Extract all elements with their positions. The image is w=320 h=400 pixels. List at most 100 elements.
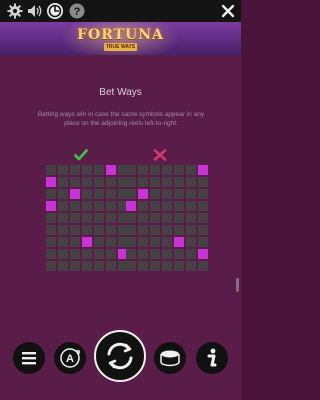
highlighted-cell — [126, 201, 136, 211]
grid-cell — [126, 237, 136, 247]
grid-cell — [150, 237, 160, 247]
grid-cell — [82, 201, 92, 211]
grid-cell — [70, 165, 80, 175]
highlighted-cell — [82, 237, 92, 247]
highlighted-cell — [138, 189, 148, 199]
coin-icon — [160, 350, 180, 367]
grid-cell — [106, 201, 116, 211]
grid-cell — [138, 177, 148, 187]
grid-cell — [58, 213, 68, 223]
grid-cell — [150, 165, 160, 175]
highlighted-cell — [46, 177, 56, 187]
grid-cell — [58, 249, 68, 259]
game-title: FORTUNA — [77, 27, 164, 43]
grid-cell — [70, 249, 80, 259]
grid-cell — [186, 249, 196, 259]
grid-cell — [162, 261, 172, 271]
grid-cell — [70, 177, 80, 187]
grid-cell — [186, 189, 196, 199]
grid-cell — [162, 225, 172, 235]
grid-cell — [198, 237, 208, 247]
grid-cell — [186, 177, 196, 187]
grid-cell — [94, 213, 104, 223]
rule-description: Betting ways win in case the same symbol… — [37, 111, 205, 127]
grid-cell — [106, 189, 116, 199]
grid-cell — [150, 225, 160, 235]
grid-cell — [58, 225, 68, 235]
settings-icon[interactable] — [6, 2, 24, 20]
grid-cell — [150, 213, 160, 223]
grid-cell — [94, 177, 104, 187]
info-icon — [207, 348, 217, 367]
grid-cell — [162, 189, 172, 199]
grid-cell — [150, 249, 160, 259]
help-icon[interactable]: ? — [68, 2, 86, 20]
bet-ways-icon[interactable] — [46, 2, 64, 20]
grid-cell — [46, 165, 56, 175]
grid-cell — [106, 261, 116, 271]
grid-cell — [138, 249, 148, 259]
grid-cell — [46, 237, 56, 247]
grid-cell — [70, 261, 80, 271]
grid-cell — [126, 189, 136, 199]
grid-cell — [58, 189, 68, 199]
grid-cell — [94, 189, 104, 199]
grid-cell — [186, 225, 196, 235]
grid-cell — [82, 225, 92, 235]
grid-cell — [198, 225, 208, 235]
grid-cell — [174, 225, 184, 235]
grid-cell — [70, 213, 80, 223]
grid-cell — [162, 249, 172, 259]
grid-cell — [162, 213, 172, 223]
svg-text:?: ? — [74, 6, 81, 18]
grid-cell — [58, 177, 68, 187]
close-icon[interactable] — [219, 2, 237, 20]
grid-cell — [106, 177, 116, 187]
grid-cell — [46, 249, 56, 259]
bet-button[interactable] — [154, 342, 186, 374]
highlighted-cell — [174, 237, 184, 247]
grid-cell — [150, 201, 160, 211]
grid-cell — [126, 177, 136, 187]
autoplay-button[interactable]: A — [54, 342, 86, 374]
grid-cell — [186, 165, 196, 175]
grid-cell — [138, 237, 148, 247]
page-title: Bet Ways — [99, 87, 142, 98]
info-button[interactable] — [196, 342, 228, 374]
highlighted-cell — [46, 201, 56, 211]
grid-cell — [94, 225, 104, 235]
menu-button[interactable] — [13, 342, 45, 374]
grid-cell — [94, 201, 104, 211]
grid-cell — [70, 237, 80, 247]
grid-cell — [162, 237, 172, 247]
grid-cell — [58, 261, 68, 271]
top-toolbar: ? — [0, 0, 241, 22]
grid-cell — [94, 237, 104, 247]
scrollbar[interactable] — [236, 278, 239, 292]
grid-cell — [106, 213, 116, 223]
grid-cell — [174, 189, 184, 199]
grid-cell — [58, 165, 68, 175]
grid-cell — [126, 225, 136, 235]
grid-cell — [58, 201, 68, 211]
grid-cell — [186, 213, 196, 223]
grid-cell — [70, 225, 80, 235]
grid-cell — [138, 201, 148, 211]
grid-cell — [70, 201, 80, 211]
grid-cell — [46, 225, 56, 235]
invalid-ways-example — [126, 165, 208, 271]
cross-icon — [153, 148, 167, 161]
grid-cell — [138, 261, 148, 271]
grid-cell — [198, 261, 208, 271]
highlighted-cell — [106, 165, 116, 175]
sound-icon[interactable] — [26, 2, 44, 20]
grid-cell — [58, 237, 68, 247]
highlighted-cell — [198, 249, 208, 259]
grid-cell — [126, 213, 136, 223]
spin-icon — [107, 342, 133, 370]
grid-cell — [82, 249, 92, 259]
grid-cell — [82, 261, 92, 271]
grid-cell — [174, 165, 184, 175]
spin-button[interactable] — [94, 330, 146, 382]
true-ways-badge: TRUE WAYS — [104, 43, 137, 51]
